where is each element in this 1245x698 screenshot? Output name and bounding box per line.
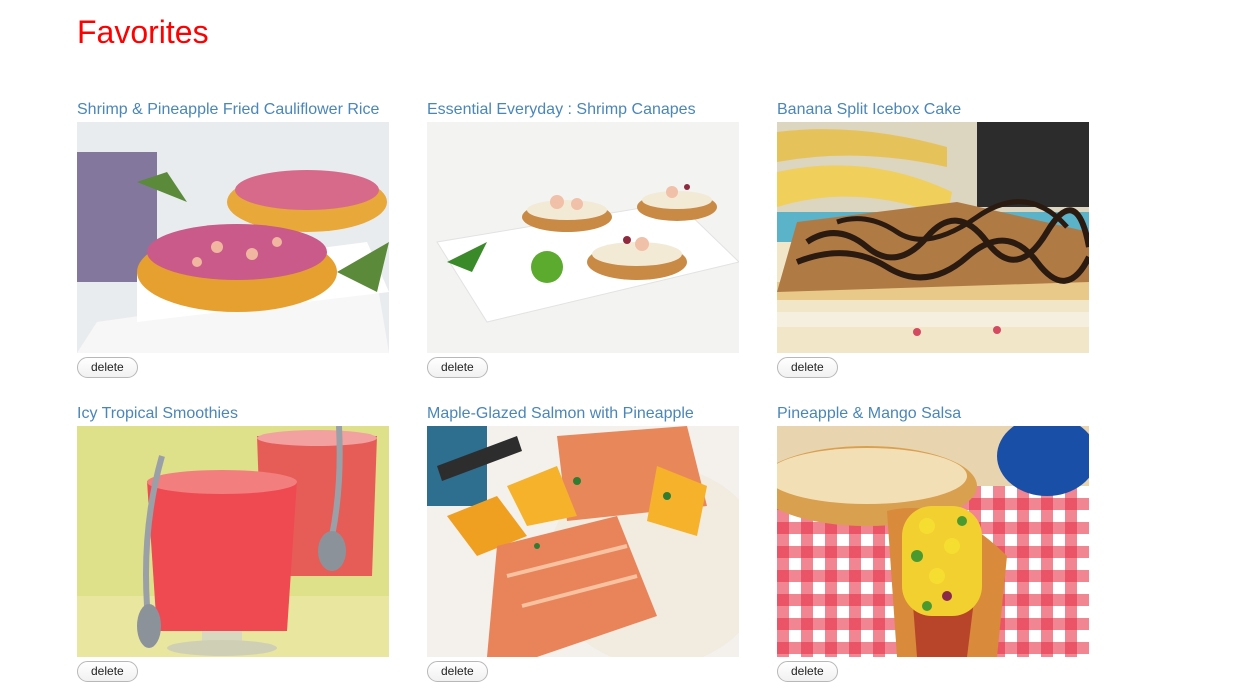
recipe-image[interactable] [777, 426, 1089, 657]
recipe-image[interactable] [77, 426, 389, 657]
favorites-page: Favorites Shrimp & Pineapple Fried Cauli… [0, 0, 1245, 698]
delete-button[interactable]: delete [77, 357, 138, 378]
recipe-card: Essential Everyday : Shrimp Canapes dele… [427, 100, 739, 378]
recipe-title-link[interactable]: Maple-Glazed Salmon with Pineapple [427, 404, 739, 424]
recipe-title-link[interactable]: Shrimp & Pineapple Fried Cauliflower Ric… [77, 100, 389, 120]
recipe-image[interactable] [777, 122, 1089, 353]
recipe-title-link[interactable]: Pineapple & Mango Salsa [777, 404, 1089, 424]
page-title: Favorites [77, 14, 209, 50]
recipe-title-link[interactable]: Banana Split Icebox Cake [777, 100, 1089, 120]
delete-button[interactable]: delete [777, 661, 838, 682]
recipe-card: Pineapple & Mango Salsa delete [777, 404, 1089, 682]
delete-button[interactable]: delete [427, 661, 488, 682]
recipe-image[interactable] [427, 426, 739, 657]
delete-button[interactable]: delete [777, 357, 838, 378]
recipe-card: Shrimp & Pineapple Fried Cauliflower Ric… [77, 100, 389, 378]
recipe-card: Maple-Glazed Salmon with Pineapple delet… [427, 404, 739, 682]
recipe-card: Banana Split Icebox Cake delete [777, 100, 1089, 378]
delete-button[interactable]: delete [77, 661, 138, 682]
recipe-image[interactable] [77, 122, 389, 353]
recipe-image[interactable] [427, 122, 739, 353]
delete-button[interactable]: delete [427, 357, 488, 378]
recipe-title-link[interactable]: Essential Everyday : Shrimp Canapes [427, 100, 739, 120]
recipe-card: Icy Tropical Smoothies delete [77, 404, 389, 682]
recipe-title-link[interactable]: Icy Tropical Smoothies [77, 404, 389, 424]
